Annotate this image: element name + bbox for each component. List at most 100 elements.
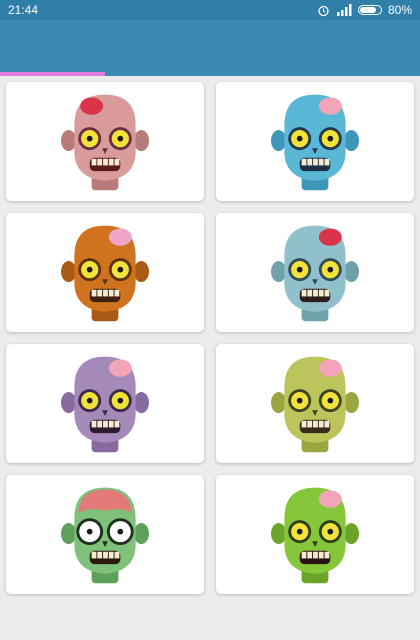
zombie-left-ear bbox=[61, 391, 77, 413]
zombie-yellowgreen-icon bbox=[271, 356, 359, 452]
zombie-brain-patch bbox=[318, 490, 342, 508]
zombie-card-4[interactable] bbox=[216, 213, 414, 332]
zombie-tooth bbox=[313, 551, 318, 558]
zombie-tooth bbox=[324, 289, 330, 296]
zombie-tooth bbox=[114, 289, 120, 296]
zombie-tooth bbox=[307, 551, 313, 558]
zombie-tooth bbox=[108, 420, 114, 427]
zombie-tooth bbox=[307, 158, 313, 165]
zombie-blue-icon bbox=[271, 94, 359, 190]
zombie-card-5[interactable] bbox=[6, 344, 204, 463]
zombie-tooth bbox=[103, 551, 108, 558]
zombie-tooth bbox=[307, 289, 313, 296]
zombie-orange-icon bbox=[61, 225, 149, 321]
zombie-tooth bbox=[103, 420, 108, 427]
zombie-pupil bbox=[296, 528, 303, 535]
zombie-lightblue-icon bbox=[271, 225, 359, 321]
zombie-right-ear bbox=[343, 260, 359, 282]
zombie-tooth bbox=[97, 420, 103, 427]
zombie-left-ear bbox=[61, 129, 77, 151]
zombie-left-ear bbox=[61, 260, 77, 282]
zombie-card-1[interactable] bbox=[6, 82, 204, 201]
zombie-card-3[interactable] bbox=[6, 213, 204, 332]
alarm-icon bbox=[318, 5, 329, 16]
zombie-pupil bbox=[327, 397, 334, 404]
zombie-pink-icon bbox=[61, 94, 149, 190]
zombie-left-ear bbox=[61, 522, 77, 544]
zombie-tooth bbox=[108, 158, 114, 165]
zombie-card-2[interactable] bbox=[216, 82, 414, 201]
zombie-right-ear bbox=[343, 391, 359, 413]
load-progress-fill bbox=[0, 72, 105, 76]
zombie-left-ear bbox=[271, 260, 287, 282]
status-bar: 21:44 80% bbox=[0, 0, 420, 20]
zombie-card-6[interactable] bbox=[216, 344, 414, 463]
zombie-tooth bbox=[301, 289, 307, 296]
zombie-right-ear bbox=[343, 129, 359, 151]
zombie-purple-icon bbox=[61, 356, 149, 452]
zombie-pupil bbox=[296, 397, 303, 404]
zombie-brain-patch bbox=[108, 228, 132, 246]
zombie-tooth bbox=[108, 289, 114, 296]
zombie-right-ear bbox=[133, 129, 149, 151]
zombie-pupil bbox=[86, 397, 93, 404]
battery-percent: 80% bbox=[387, 3, 412, 17]
zombie-tooth bbox=[91, 551, 97, 558]
zombie-pupil bbox=[327, 135, 334, 142]
zombie-pupil bbox=[117, 528, 124, 535]
zombie-brain-patch bbox=[318, 97, 342, 115]
zombie-tooth bbox=[307, 420, 313, 427]
signal-icon bbox=[336, 4, 352, 16]
zombie-pupil bbox=[296, 135, 303, 142]
zombie-tooth bbox=[97, 158, 103, 165]
zombie-pupil bbox=[327, 528, 334, 535]
battery-icon bbox=[357, 5, 382, 15]
zombie-pupil bbox=[86, 528, 93, 535]
zombie-tooth bbox=[313, 289, 318, 296]
battery-level bbox=[359, 7, 376, 13]
zombie-card-7[interactable] bbox=[6, 475, 204, 594]
zombie-pupil bbox=[296, 266, 303, 273]
zombie-tooth bbox=[313, 158, 318, 165]
zombie-tooth bbox=[114, 158, 120, 165]
zombie-left-ear bbox=[271, 522, 287, 544]
zombie-pupil bbox=[327, 266, 334, 273]
zombie-tooth bbox=[318, 158, 324, 165]
status-time: 21:44 bbox=[8, 3, 39, 17]
zombie-pupil bbox=[86, 135, 93, 142]
zombie-brain-patch bbox=[80, 97, 104, 115]
zombie-pupil bbox=[117, 135, 124, 142]
zombie-tooth bbox=[318, 551, 324, 558]
zombie-brain-patch bbox=[318, 228, 342, 246]
zombie-pupil bbox=[117, 397, 124, 404]
zombie-pupil bbox=[117, 266, 124, 273]
zombie-tooth bbox=[114, 420, 120, 427]
zombie-tooth bbox=[97, 551, 103, 558]
zombie-brain-patch bbox=[108, 359, 132, 377]
zombie-tooth bbox=[324, 551, 330, 558]
zombie-tooth bbox=[324, 420, 330, 427]
zombie-tooth bbox=[313, 420, 318, 427]
zombie-tooth bbox=[91, 158, 97, 165]
zombie-right-ear bbox=[133, 522, 149, 544]
zombie-green-brain-icon bbox=[61, 487, 149, 583]
app-bar bbox=[0, 20, 420, 75]
zombie-tooth bbox=[318, 289, 324, 296]
zombie-tooth bbox=[301, 551, 307, 558]
zombie-grid bbox=[6, 82, 414, 594]
zombie-card-8[interactable] bbox=[216, 475, 414, 594]
zombie-tooth bbox=[318, 420, 324, 427]
zombie-tooth bbox=[301, 158, 307, 165]
zombie-tooth bbox=[91, 420, 97, 427]
zombie-left-ear bbox=[271, 391, 287, 413]
zombie-right-ear bbox=[133, 260, 149, 282]
zombie-tooth bbox=[114, 551, 120, 558]
zombie-right-ear bbox=[133, 391, 149, 413]
zombie-left-ear bbox=[271, 129, 287, 151]
zombie-tooth bbox=[324, 158, 330, 165]
zombie-tooth bbox=[301, 420, 307, 427]
zombie-tooth bbox=[91, 289, 97, 296]
zombie-tooth bbox=[108, 551, 114, 558]
load-progress-bar bbox=[0, 72, 420, 76]
zombie-right-ear bbox=[343, 522, 359, 544]
